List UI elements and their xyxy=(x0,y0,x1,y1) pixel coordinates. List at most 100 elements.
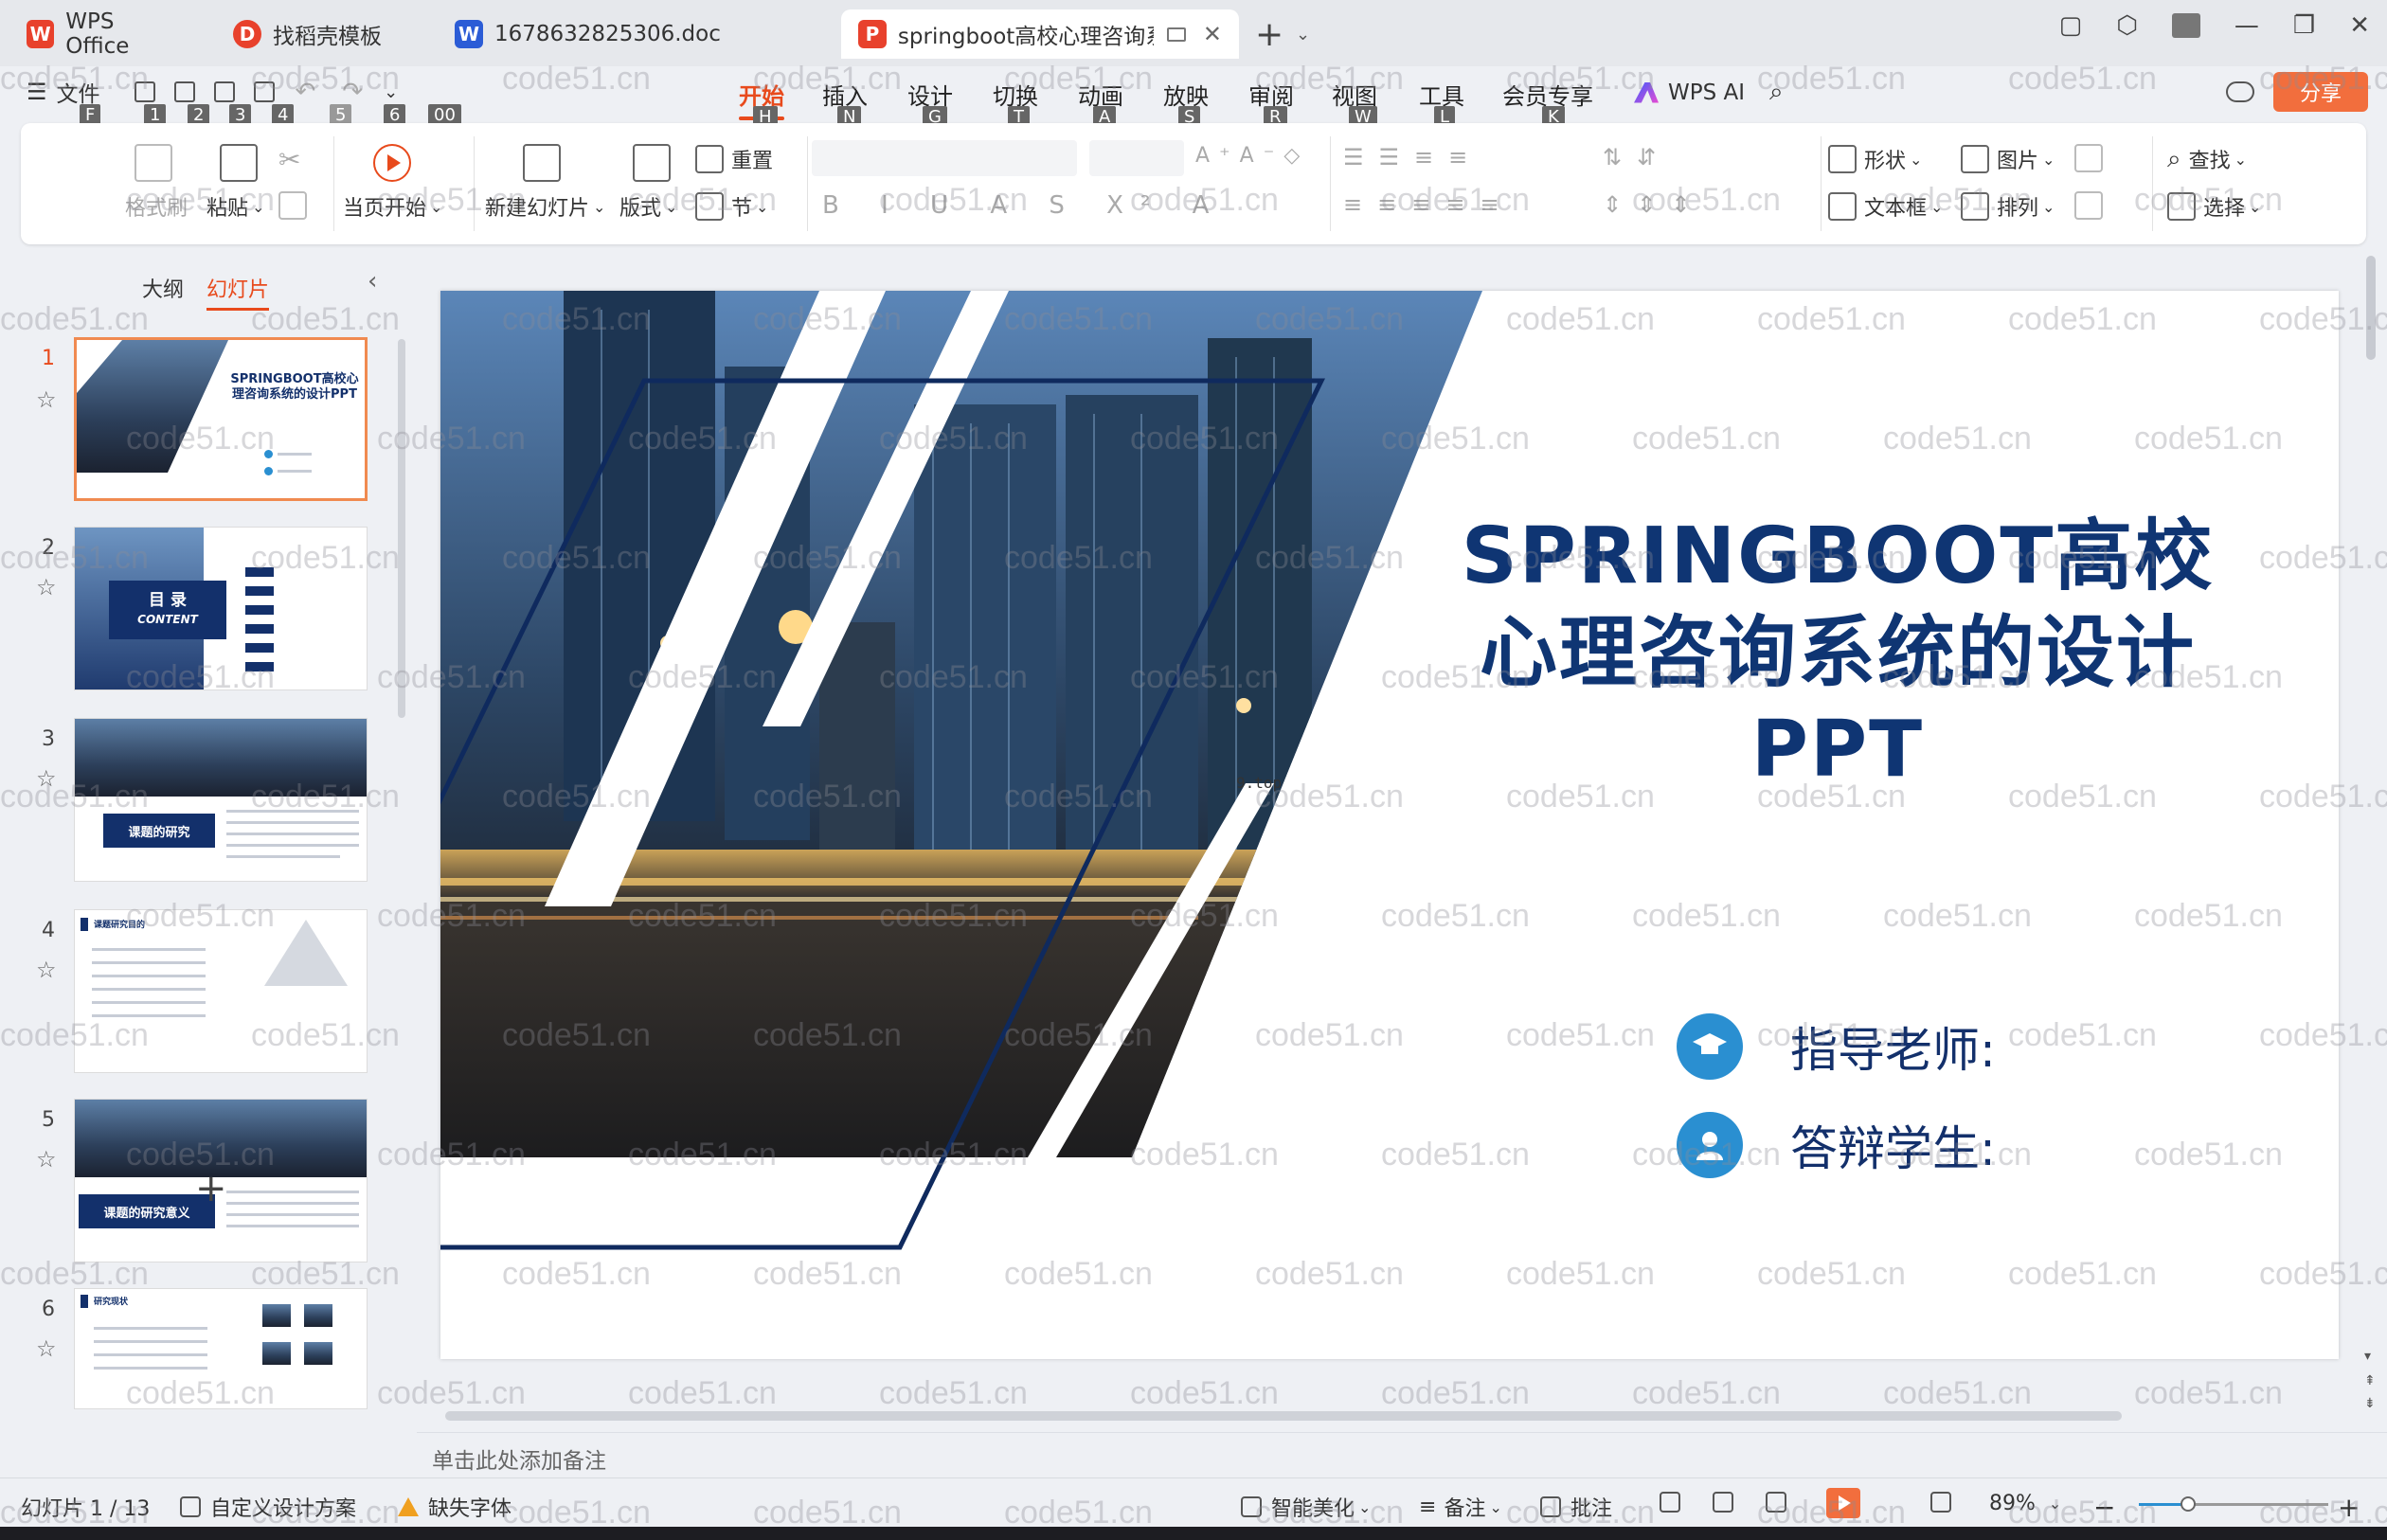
font-family-select[interactable] xyxy=(812,140,1077,176)
file-menu[interactable]: 文件 xyxy=(57,76,100,108)
cloud-sync-icon[interactable] xyxy=(2226,81,2254,102)
close-window-icon[interactable]: ✕ xyxy=(2349,11,2370,40)
zoom-out-button[interactable]: − xyxy=(2093,1492,2115,1523)
avatar[interactable] xyxy=(2171,13,2200,38)
slide-title[interactable]: SPRINGBOOT高校 心理咨询系统的设计 PPT xyxy=(1445,509,2231,798)
star-icon[interactable]: ☆ xyxy=(36,386,57,413)
normal-view-button[interactable] xyxy=(1660,1492,1690,1513)
textbox-button[interactable]: 文本框 ⌄ xyxy=(1828,191,1943,222)
tab-springboot-ppt[interactable]: P springboot高校心理咨询系统 ✕ xyxy=(841,9,1239,59)
page-up-icon[interactable]: ⇞ xyxy=(2364,1373,2376,1388)
play-slideshow-button[interactable] xyxy=(1826,1488,1860,1518)
text-direction-buttons[interactable]: ⇅⇵ xyxy=(1603,144,1671,170)
arrange-button[interactable]: 排列 ⌄ xyxy=(1961,191,2055,222)
tab-daoke-templates[interactable]: D 找稻壳模板 xyxy=(216,9,430,59)
start-from-current-button[interactable]: 当页开始 ⌄ xyxy=(343,191,442,222)
format-painter-button[interactable]: 格式刷 xyxy=(125,191,188,222)
list-buttons[interactable]: ☰☰≡≡ xyxy=(1343,144,1482,170)
select-button[interactable]: 选择 ⌄ xyxy=(2167,191,2261,222)
copy-button[interactable] xyxy=(278,191,314,220)
thumbnail-slide-1[interactable]: SPRINGBOOT高校心理咨询系统的设计PPT xyxy=(74,337,368,501)
layout-icon[interactable]: ▢ xyxy=(2059,11,2083,40)
fill-button[interactable] xyxy=(2074,144,2110,172)
reset-button[interactable]: 重置 xyxy=(695,144,773,174)
outline-button[interactable] xyxy=(2074,191,2110,220)
slide-canvas[interactable]: 9.top SPRINGBOOT高校 心理咨询系统的设计 PPT 指导老师: 答… xyxy=(440,291,2339,1359)
zoom-level[interactable]: 89% ⌄ xyxy=(1989,1492,2061,1515)
search-icon[interactable]: ⌕ xyxy=(1769,78,1784,107)
layout-icon[interactable] xyxy=(633,144,671,182)
redo-icon[interactable]: ↷ xyxy=(342,78,363,106)
picture-button[interactable]: 图片 ⌄ xyxy=(1961,144,2055,174)
tab-slides[interactable]: 幻灯片 xyxy=(206,273,270,311)
shape-button[interactable]: 形状 ⌄ xyxy=(1828,144,1922,174)
paste-button[interactable]: 粘贴 ⌄ xyxy=(206,191,264,222)
print-icon[interactable] xyxy=(213,81,235,102)
tab-outline[interactable]: 大纲 xyxy=(142,273,184,303)
star-icon[interactable]: ☆ xyxy=(36,765,57,792)
font-style-buttons[interactable]: B I U A S X² A xyxy=(822,191,1226,220)
undo-icon[interactable]: ↶ xyxy=(296,78,316,106)
select-label: 选择 xyxy=(2203,197,2246,221)
notes-area[interactable]: 单击此处添加备注 xyxy=(417,1432,2387,1477)
hamburger-icon[interactable]: ☰ xyxy=(27,79,47,105)
tab-wps-office[interactable]: W WPS Office xyxy=(9,9,199,59)
print-preview-icon[interactable] xyxy=(253,81,275,102)
save-as-icon[interactable] xyxy=(173,81,195,102)
star-icon[interactable]: ☆ xyxy=(36,1146,57,1173)
thumbnail-slide-3[interactable]: 课题的研究 xyxy=(74,718,368,882)
student-row[interactable]: 答辩学生: xyxy=(1677,1111,1996,1179)
star-icon[interactable]: ☆ xyxy=(36,1335,57,1362)
new-slide-icon[interactable] xyxy=(523,144,561,182)
paste-icon[interactable] xyxy=(220,144,258,182)
thumbnail-slide-4[interactable]: 课题研究目的 xyxy=(74,909,368,1073)
collapse-panel-icon[interactable]: ‹ xyxy=(368,267,377,295)
new-slide-button[interactable]: 新建幻灯片 ⌄ xyxy=(485,191,605,222)
play-icon[interactable] xyxy=(373,144,411,182)
vertical-scrollbar[interactable] xyxy=(2366,256,2376,360)
zoom-in-button[interactable]: + xyxy=(2338,1492,2360,1523)
monitor-icon[interactable] xyxy=(1166,27,1186,42)
save-icon[interactable] xyxy=(134,81,155,102)
zoom-slider-handle[interactable] xyxy=(2181,1496,2196,1512)
teacher-row[interactable]: 指导老师: xyxy=(1677,1012,1996,1081)
chevron-down-icon[interactable]: ⌄ xyxy=(1296,25,1310,45)
wps-ai-button[interactable]: WPS AI ⌕ xyxy=(1634,78,1784,107)
cut-button[interactable]: ✂ xyxy=(278,144,300,175)
star-icon[interactable]: ☆ xyxy=(36,574,57,600)
add-slide-plus-icon[interactable]: + xyxy=(195,1167,227,1210)
thumbnail-slide-6[interactable]: 研究现状 xyxy=(74,1288,368,1409)
thumbnail-scrollbar[interactable] xyxy=(398,339,405,718)
comments-button[interactable]: 批注 xyxy=(1540,1492,1612,1522)
thumb-photo xyxy=(77,340,228,473)
cube-icon[interactable]: ⬡ xyxy=(2116,11,2138,40)
section-button[interactable]: 节 ⌄ xyxy=(695,191,768,222)
tab-doc-file[interactable]: W 1678632825306.doc xyxy=(438,9,835,59)
grid-view-button[interactable] xyxy=(1713,1492,1743,1513)
thumbnail-slide-2[interactable]: 目 录 CONTENT xyxy=(74,527,368,690)
reading-view-button[interactable] xyxy=(1766,1492,1796,1513)
play-icon-wrap xyxy=(373,144,419,182)
zoom-slider[interactable] xyxy=(2139,1496,2328,1512)
font-grow-shrink[interactable]: A⁺A⁻◇ xyxy=(1195,144,1309,168)
font-size-select[interactable] xyxy=(1089,140,1184,176)
maximize-icon[interactable]: ❐ xyxy=(2293,11,2315,40)
star-icon[interactable]: ☆ xyxy=(36,957,57,983)
page-down-icon[interactable]: ⇟ xyxy=(2364,1396,2376,1411)
missing-font-button[interactable]: 缺失字体 xyxy=(398,1492,512,1522)
spacing-buttons[interactable]: ⇕⇕⇕ xyxy=(1603,191,1705,218)
chevron-down-icon[interactable]: ⌄ xyxy=(384,82,398,102)
find-button[interactable]: ⌕ 查找 ⌄ xyxy=(2167,144,2247,174)
custom-design-button[interactable]: 自定义设计方案 xyxy=(180,1492,356,1522)
minimize-icon[interactable]: — xyxy=(2234,11,2259,40)
scroll-down-icon[interactable]: ▾ xyxy=(2364,1349,2371,1364)
close-tab-icon[interactable]: ✕ xyxy=(1203,21,1222,47)
horizontal-scrollbar[interactable] xyxy=(445,1411,2122,1421)
smart-beautify-button[interactable]: 智能美化 ⌄ xyxy=(1241,1492,1371,1522)
notes-toggle-button[interactable]: ≡ 备注 ⌄ xyxy=(1419,1492,1502,1522)
new-tab-plus-icon[interactable]: + xyxy=(1255,15,1283,54)
fit-window-button[interactable] xyxy=(1930,1492,1961,1513)
layout-button[interactable]: 版式 ⌄ xyxy=(619,191,677,222)
align-buttons[interactable]: ≡≡≡≡≡ xyxy=(1343,191,1515,218)
share-button[interactable]: 分享 xyxy=(2273,72,2368,112)
